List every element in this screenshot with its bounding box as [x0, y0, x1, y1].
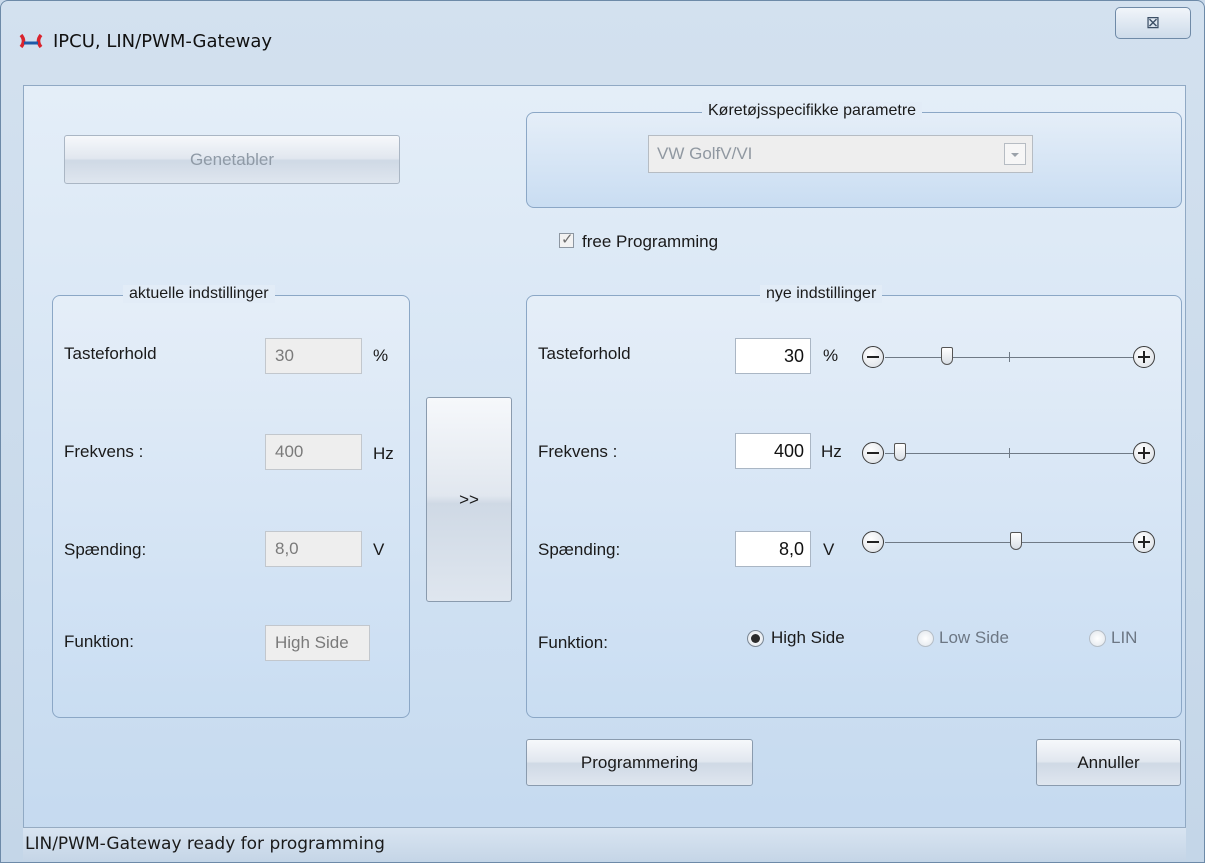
- tasteforhold-plus-icon[interactable]: [1133, 346, 1155, 368]
- annuller-button[interactable]: Annuller: [1036, 739, 1181, 786]
- new-spaending-label: Spænding:: [538, 540, 621, 559]
- close-icon: ⊠: [1145, 13, 1161, 33]
- vehicle-select-value: VW GolfV/VI: [657, 144, 753, 163]
- programmering-button[interactable]: Programmering: [526, 739, 753, 786]
- new-spaending-unit: V: [823, 540, 835, 559]
- new-tasteforhold-unit: %: [823, 346, 839, 365]
- spaending-slider-track[interactable]: [885, 542, 1133, 543]
- chevron-down-icon[interactable]: [1004, 143, 1026, 165]
- high-side-label[interactable]: High Side: [771, 628, 845, 648]
- window-title: IPCU, LIN/PWM-Gateway: [53, 31, 273, 52]
- new-tasteforhold-input[interactable]: 30: [735, 338, 811, 374]
- low-side-radio[interactable]: [917, 630, 934, 647]
- spaending-slider-thumb[interactable]: [1010, 532, 1023, 550]
- new-settings-group: nye indstillinger Tasteforhold 30 % Frek…: [526, 285, 1182, 718]
- frekvens-plus-icon[interactable]: [1133, 442, 1155, 464]
- spaending-minus-icon[interactable]: [862, 531, 884, 553]
- current-tasteforhold-field: 30: [265, 338, 362, 374]
- lin-radio[interactable]: [1089, 630, 1106, 647]
- close-button[interactable]: ⊠: [1115, 7, 1191, 39]
- current-spaending-field: 8,0: [265, 531, 362, 567]
- current-frekvens-label: Frekvens :: [64, 442, 144, 461]
- current-frekvens-unit: Hz: [373, 444, 394, 463]
- current-funktion-field: High Side: [265, 625, 370, 661]
- current-spaending-label: Spænding:: [64, 540, 147, 559]
- new-frekvens-input[interactable]: 400: [735, 433, 811, 469]
- current-spaending-unit: V: [373, 540, 385, 559]
- new-frekvens-unit: Hz: [821, 442, 842, 461]
- new-funktion-label: Funktion:: [538, 633, 608, 652]
- new-frekvens-label: Frekvens :: [538, 442, 618, 461]
- current-funktion-label: Funktion:: [64, 632, 134, 651]
- frekvens-slider-thumb[interactable]: [893, 443, 906, 461]
- free-programming-checkbox[interactable]: [559, 230, 574, 248]
- frekvens-minus-icon[interactable]: [862, 442, 884, 464]
- spaending-plus-icon[interactable]: [1133, 531, 1155, 553]
- frekvens-slider-tick: [1009, 448, 1010, 458]
- current-settings-title: aktuelle indstillinger: [123, 285, 275, 303]
- current-tasteforhold-unit: %: [373, 346, 389, 365]
- vehicle-select[interactable]: VW GolfV/VI: [648, 135, 1033, 173]
- status-bar: LIN/PWM-Gateway ready for programming: [23, 827, 1186, 860]
- new-tasteforhold-label: Tasteforhold: [538, 344, 631, 363]
- high-side-radio[interactable]: [747, 630, 764, 647]
- main-window: IPCU, LIN/PWM-Gateway ⊠ Genetabler Køret…: [0, 0, 1205, 863]
- lin-label[interactable]: LIN: [1111, 628, 1137, 648]
- tasteforhold-slider-thumb[interactable]: [941, 347, 953, 365]
- tasteforhold-minus-icon[interactable]: [862, 346, 884, 368]
- low-side-label[interactable]: Low Side: [939, 628, 1009, 648]
- vehicle-params-group: Køretøjsspecifikke parametre VW GolfV/VI: [526, 102, 1182, 208]
- new-settings-title: nye indstillinger: [760, 285, 883, 303]
- transfer-button[interactable]: >>: [426, 397, 512, 602]
- current-settings-group: aktuelle indstillinger Tasteforhold 30 %…: [52, 285, 410, 718]
- free-programming-label[interactable]: free Programming: [582, 232, 718, 252]
- title-bar: IPCU, LIN/PWM-Gateway ⊠: [1, 1, 1204, 85]
- current-tasteforhold-label: Tasteforhold: [64, 344, 157, 363]
- genetabler-button[interactable]: Genetabler: [64, 135, 400, 184]
- tasteforhold-slider-tick: [1009, 352, 1010, 362]
- new-spaending-input[interactable]: 8,0: [735, 531, 811, 567]
- status-text: LIN/PWM-Gateway ready for programming: [25, 834, 385, 854]
- current-frekvens-field: 400: [265, 434, 362, 470]
- gateway-logo-icon: [19, 33, 43, 49]
- vehicle-params-title: Køretøjsspecifikke parametre: [702, 102, 923, 120]
